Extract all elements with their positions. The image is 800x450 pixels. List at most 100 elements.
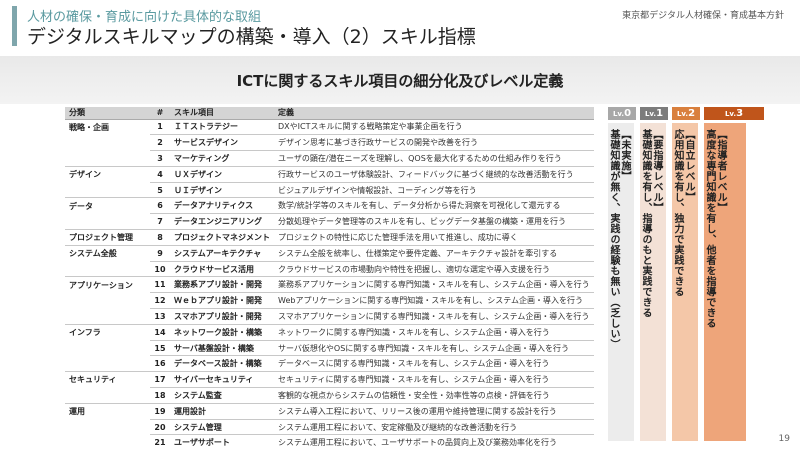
cell-skill: 業務系アプリ設計・開発 [170, 276, 274, 294]
table-row: インフラ 14 ネットワーク設計・構築 ネットワークに関する専門知識・スキルを有し、シ… [65, 324, 594, 341]
cell-number: 10 [150, 261, 170, 278]
cell-number: 17 [150, 371, 170, 389]
level-label: 【自立レベル】 [683, 129, 694, 203]
cell-number: 3 [150, 150, 170, 167]
table-row: 7 データエンジニアリング 分散処理やデータ管理等のスキルを有し、ビッグデータ基盤の… [65, 213, 594, 231]
cell-number: 2 [150, 134, 170, 152]
cell-category [65, 355, 150, 373]
cell-skill: スマホアプリ設計・開発 [170, 308, 274, 325]
cell-category [65, 213, 150, 231]
cell-definition: 客観的な視点からシステムの信頼性・安全性・効率性等の点検・評価を行う [274, 387, 594, 404]
table-row: 戦略・企画 1 ＩＴストラテジー DXやICTスキルに関する戦略策定や事業企画を行う [65, 119, 594, 136]
level-3-body: 【指導者レベル】 高度な専門知識を有し、他者を指導できる [704, 123, 746, 441]
cell-skill: ＩＴストラテジー [170, 119, 274, 136]
level-description: 基礎知識を有し、指導のもと実践できる [640, 129, 651, 318]
cell-category: 戦略・企画 [69, 122, 109, 132]
cell-number: 21 [150, 434, 170, 450]
level-0-body: 【未実施】 基礎知識が無く、実践の経験も無い（乏しい） [608, 123, 634, 441]
level-2-header: Lv.2 [672, 107, 700, 120]
cell-skill: サービスデザイン [170, 134, 274, 152]
level-description: 基礎知識が無く、実践の経験も無い（乏しい） [608, 129, 619, 350]
cell-definition: 行政サービスのユーザ体験設計、フィードバックに基づく継続的な改善活動を行う [274, 166, 594, 183]
cell-number: 16 [150, 355, 170, 373]
level-0-column: Lv.0 【未実施】 基礎知識が無く、実践の経験も無い（乏しい） [608, 107, 636, 441]
cell-skill: サイバーセキュリティ [170, 371, 274, 389]
level-3-column: Lv.3 【指導者レベル】 高度な専門知識を有し、他者を指導できる [704, 107, 764, 441]
cell-skill: データエンジニアリング [170, 213, 274, 231]
table-row: 運用 19 運用設計 システム導入工程において、リリース後の運用や維持管理に関する設計… [65, 403, 594, 420]
header-number: # [150, 107, 170, 120]
level-number: 1 [656, 108, 664, 119]
page-title: デジタルスキルマップの構築・導入（2）スキル指標 [27, 26, 476, 48]
accent-bar [12, 6, 17, 46]
cell-definition: データベースに関する専門知識・スキルを有し、システム企画・導入を行う [274, 355, 594, 373]
banner-title: ICTに関するスキル項目の細分化及びレベル定義 [236, 72, 564, 90]
table-row: 15 サーバ基盤設計・構築 サーバ仮想化やOSに関する専門知識・スキルを有し、システ… [65, 340, 594, 357]
cell-category: セキュリティ [69, 375, 117, 385]
cell-category: インフラ [69, 328, 101, 337]
table-row: 2 サービスデザイン デザイン思考に基づき行政サービスの開発や改善を行う [65, 134, 594, 152]
level-label: 【指導者レベル】 [715, 129, 726, 213]
table-row: 12 Ｗｅｂアプリ設計・開発 Webアプリケーションに関する専門知識・スキルを有し、… [65, 292, 594, 310]
cell-number: 9 [150, 245, 170, 262]
table-row: 10 クラウドサービス活用 クラウドサービスの市場動向や特性を把握し、適切な選定や導… [65, 261, 594, 278]
header-skill: スキル項目 [170, 107, 274, 120]
table-header-row: 分類 # スキル項目 定義 [65, 107, 594, 120]
table-row: アプリケーション 11 業務系アプリ設計・開発 業務系アプリケーションに関する専門知識… [65, 276, 594, 294]
cell-skill: データベース設計・構築 [170, 355, 274, 373]
cell-category [65, 340, 150, 356]
cell-definition: デザイン思考に基づき行政サービスの開発や改善を行う [274, 134, 594, 152]
cell-skill: システム管理 [170, 419, 274, 436]
table-row: 20 システム管理 システム運用工程において、安定稼働及び継続的な改善活動を行う [65, 419, 594, 436]
level-0-header: Lv.0 [608, 107, 636, 120]
cell-number: 20 [150, 419, 170, 436]
cell-number: 6 [150, 197, 170, 215]
level-description: 応用知識を有し、独力で実践できる [672, 129, 683, 297]
cell-skill: プロジェクトマネジメント [170, 229, 274, 246]
level-2-body: 【自立レベル】 応用知識を有し、独力で実践できる [672, 123, 698, 441]
cell-skill: ユーザサポート [170, 434, 274, 450]
level-1-body: 【要指導レベル】 基礎知識を有し、指導のもと実践できる [640, 123, 666, 441]
table-row: デザイン 4 ＵＸデザイン 行政サービスのユーザ体験設計、フィードバックに基づく継続的… [65, 166, 594, 183]
cell-definition: サーバ仮想化やOSに関する専門知識・スキルを有し、システム企画・導入を行う [274, 340, 594, 357]
cell-category [65, 150, 150, 167]
cell-category [65, 135, 150, 151]
cell-skill: ＵＸデザイン [170, 166, 274, 183]
cell-definition: クラウドサービスの市場動向や特性を把握し、適切な選定や導入支援を行う [274, 261, 594, 278]
table-row: プロジェクト管理 8 プロジェクトマネジメント プロジェクトの特性に応じた管理手法を用… [65, 229, 594, 246]
table-row: 18 システム監査 客観的な視点からシステムの信頼性・安全性・効率性等の点検・評価を… [65, 387, 594, 404]
source-label: 東京都デジタル人材確保・育成基本方針 [622, 11, 784, 21]
cell-definition: スマホアプリケーションに関する専門知識・スキルを有し、システム企画・導入を行う [274, 308, 594, 325]
cell-definition: Webアプリケーションに関する専門知識・スキルを有し、システム企画・導入を行う [274, 292, 594, 310]
cell-category: プロジェクト管理 [65, 229, 150, 246]
cell-skill: クラウドサービス活用 [170, 261, 274, 278]
level-1-column: Lv.1 【要指導レベル】 基礎知識を有し、指導のもと実践できる [640, 107, 668, 441]
cell-skill: Ｗｅｂアプリ設計・開発 [170, 292, 274, 310]
cell-number: 5 [150, 182, 170, 199]
header-category: 分類 [65, 107, 150, 120]
cell-definition: ネットワークに関する専門知識・スキルを有し、システム企画・導入を行う [274, 324, 594, 341]
cell-number: 18 [150, 387, 170, 404]
level-prefix: Lv. [676, 110, 689, 118]
cell-number: 13 [150, 308, 170, 325]
cell-definition: セキュリティに関する専門知識・スキルを有し、システム企画・導入を行う [274, 371, 594, 389]
cell-category [65, 434, 150, 450]
cell-skill: マーケティング [170, 150, 274, 167]
cell-number: 11 [150, 276, 170, 294]
cell-definition: システム全般を統率し、仕様策定や要件定義、アーキテクチャ設計を牽引する [274, 245, 594, 262]
cell-number: 15 [150, 340, 170, 357]
level-3-header: Lv.3 [704, 107, 764, 120]
level-label: 【未実施】 [619, 129, 630, 182]
cell-number: 1 [150, 119, 170, 136]
cell-number: 19 [150, 403, 170, 420]
skill-table: 分類 # スキル項目 定義 戦略・企画 1 ＩＴストラテジー DXやICTスキルに関す… [65, 107, 594, 450]
level-1-header: Lv.1 [640, 107, 668, 120]
cell-category [65, 387, 150, 404]
cell-definition: システム運用工程において、安定稼働及び継続的な改善活動を行う [274, 419, 594, 436]
cell-definition: システム導入工程において、リリース後の運用や維持管理に関する設計を行う [274, 403, 594, 420]
cell-category: システム全般 [69, 249, 117, 259]
cell-number: 4 [150, 166, 170, 183]
cell-skill: ＵＩデザイン [170, 182, 274, 199]
cell-definition: DXやICTスキルに関する戦略策定や事業企画を行う [274, 119, 594, 136]
level-prefix: Lv. [724, 110, 737, 118]
